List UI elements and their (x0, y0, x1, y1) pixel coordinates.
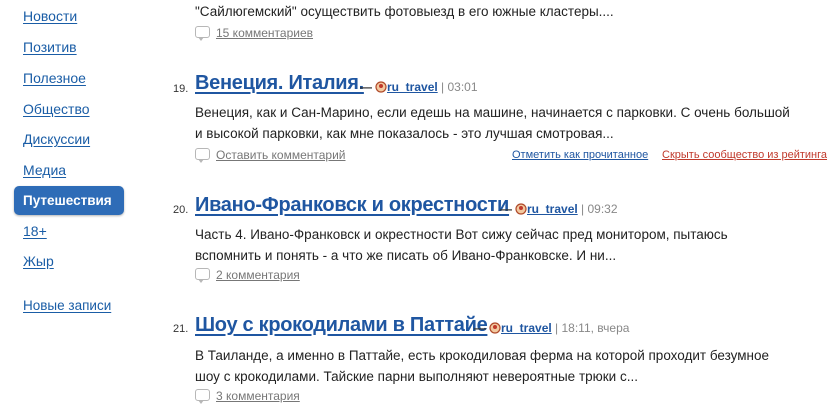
post-excerpt-line: шоу с крокодилами. Тайские парни выполня… (195, 369, 638, 384)
post-time: | 03:01 (441, 80, 478, 94)
byline-dash: — (500, 202, 512, 216)
community-icon (375, 81, 387, 93)
post-excerpt-line: и высокой парковки, как мне показалось -… (195, 126, 614, 141)
leave-comment-link[interactable]: Оставить комментарий (216, 148, 346, 162)
byline-dash: — (474, 321, 486, 335)
community-link[interactable]: ru_travel (387, 80, 438, 94)
post-number: 19. (173, 83, 189, 95)
post-number: 20. (173, 204, 189, 216)
comments-link[interactable]: 3 комментария (216, 389, 300, 403)
post-time: | 18:11, вчера (555, 321, 630, 335)
comment-icon (195, 26, 210, 41)
post-excerpt-line: Венеция, как и Сан-Марино, если едешь на… (195, 105, 790, 120)
post-meta: 2 комментария (195, 268, 300, 283)
post-number: 21. (173, 323, 189, 335)
post-meta: 3 комментария (195, 389, 300, 404)
mark-read-link[interactable]: Отметить как прочитанное (512, 149, 648, 161)
post-excerpt-line: Часть 4. Ивано-Франковск и окрестности В… (195, 227, 728, 242)
hide-community-link[interactable]: Скрыть сообщество из рейтинга (662, 149, 827, 161)
post-title[interactable]: Ивано-Франковск и окрестности (195, 194, 509, 217)
community-icon (515, 203, 527, 215)
post-byline: — ru_travel | 18:11, вчера (474, 321, 629, 335)
post-title[interactable]: Шоу с крокодилами в Паттайе (195, 314, 488, 337)
post-meta: Оставить комментарий (195, 148, 346, 163)
post-byline: — ru_travel | 09:32 (500, 202, 618, 216)
comments-link[interactable]: 2 комментария (216, 268, 300, 282)
post-excerpt: "Сайлюгемский" осуществить фотовыезд в е… (195, 4, 614, 19)
comment-icon (195, 389, 210, 404)
community-link[interactable]: ru_travel (501, 321, 552, 335)
comment-icon (195, 268, 210, 283)
post-title[interactable]: Венеция. Италия. (195, 72, 364, 95)
comments-link[interactable]: 15 комментариев (216, 26, 313, 40)
community-icon (489, 322, 501, 334)
community-link[interactable]: ru_travel (527, 202, 578, 216)
post-meta: 15 комментариев (195, 26, 313, 41)
post-excerpt-line: В Таиланде, а именно в Паттайе, есть кро… (195, 348, 770, 363)
post-excerpt-line: вспомнить и понять - а что же писать об … (195, 248, 617, 263)
post-time: | 09:32 (581, 202, 618, 216)
byline-dash: — (360, 80, 372, 94)
comment-icon (195, 148, 210, 163)
post-feed: "Сайлюгемский" осуществить фотовыезд в е… (0, 0, 840, 420)
post-byline: — ru_travel | 03:01 (360, 80, 478, 94)
